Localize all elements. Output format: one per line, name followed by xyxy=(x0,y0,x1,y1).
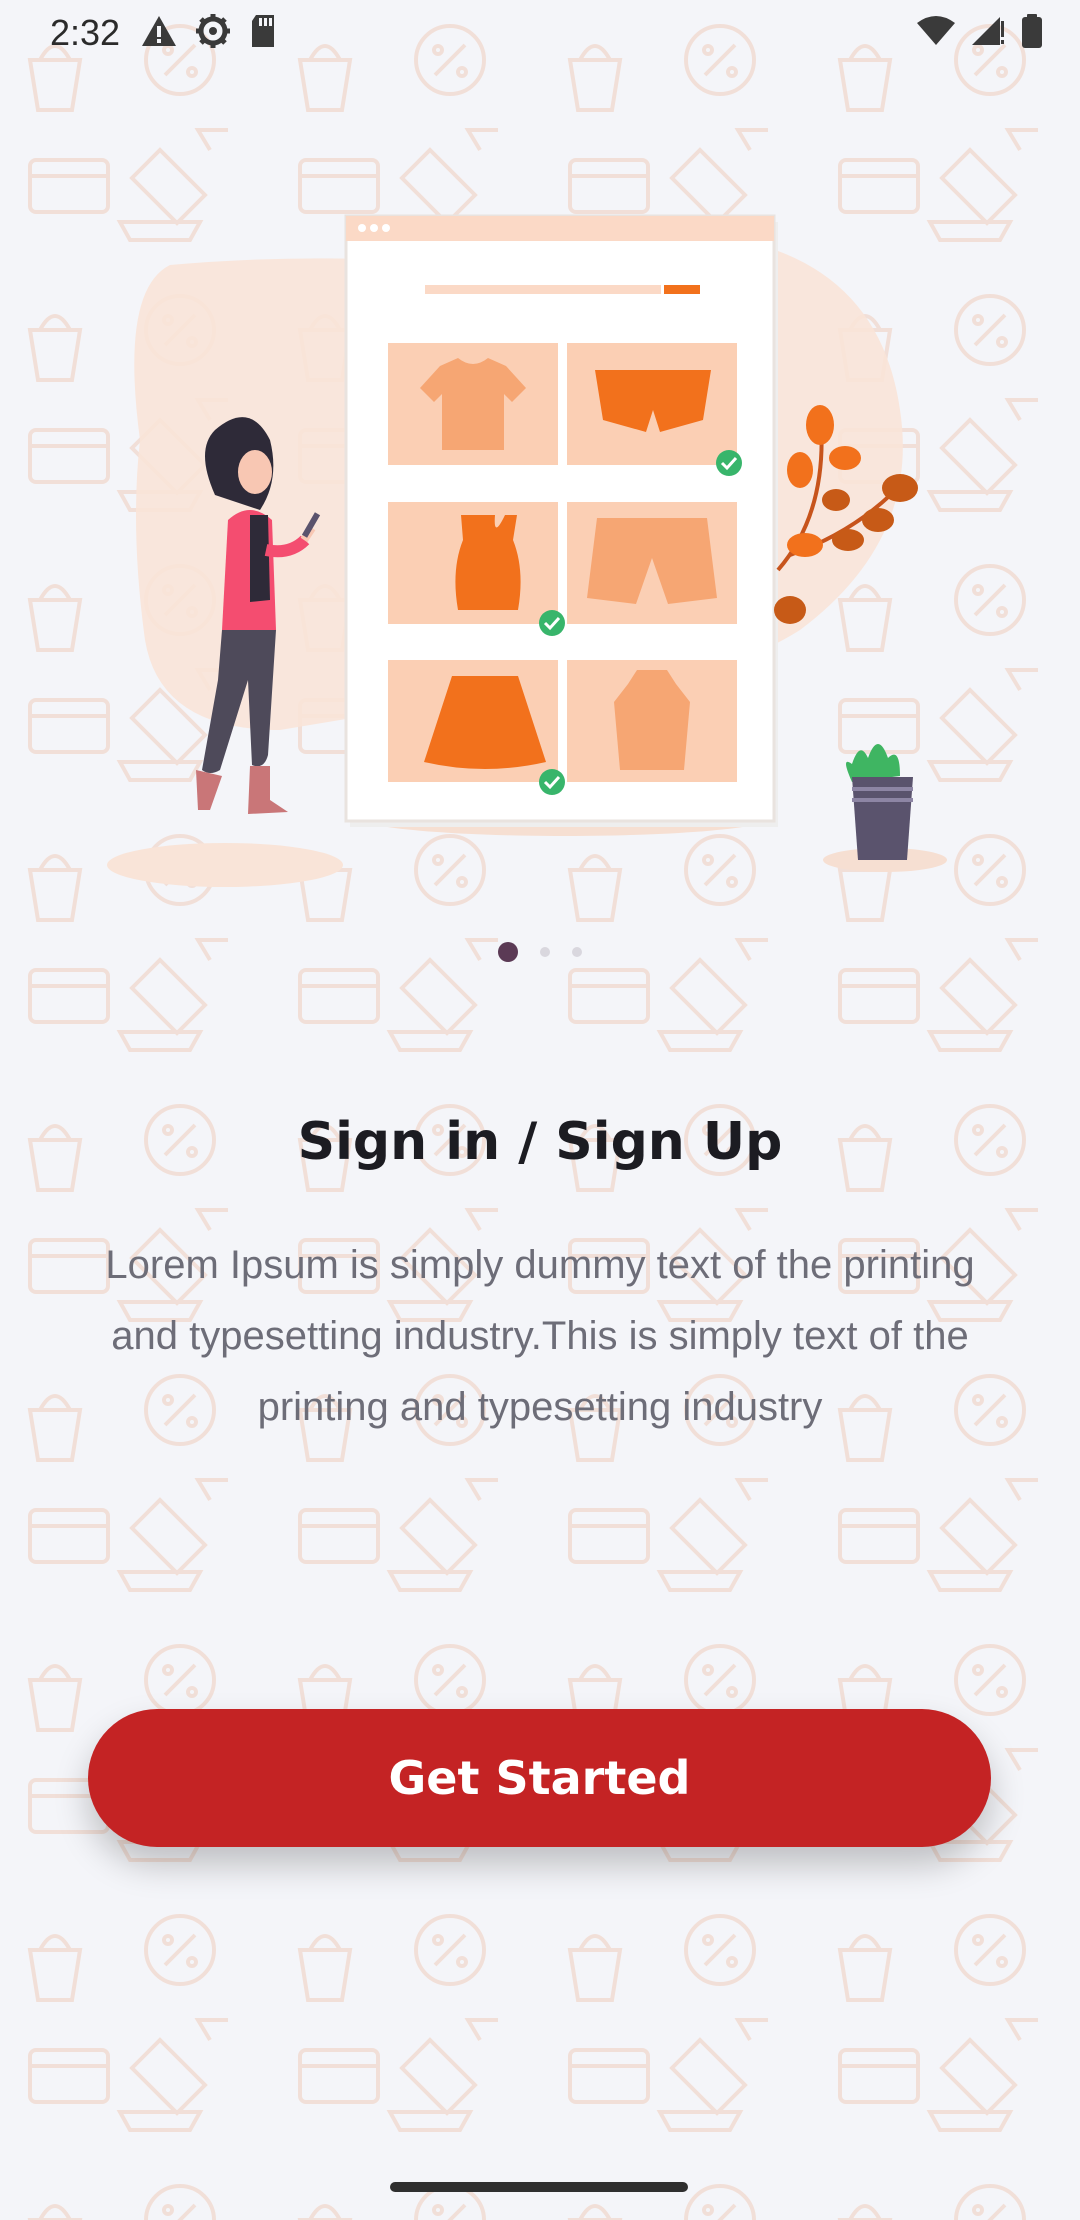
wifi-icon xyxy=(916,15,956,51)
status-left-icons xyxy=(140,12,278,54)
battery-icon xyxy=(1020,13,1044,53)
onboarding-title: Sign in / Sign Up xyxy=(297,1112,783,1172)
page-dot-3[interactable] xyxy=(572,947,582,957)
onboarding-description: Lorem Ipsum is simply dummy text of the … xyxy=(105,1243,975,1429)
sd-card-icon xyxy=(248,13,278,53)
home-indicator[interactable] xyxy=(390,2182,688,2192)
cellular-signal-icon xyxy=(970,15,1006,51)
page-dot-1[interactable] xyxy=(498,942,518,962)
onboarding-illustration xyxy=(107,214,947,887)
get-started-button[interactable]: Get Started xyxy=(88,1709,991,1847)
page-indicator xyxy=(0,940,1080,964)
status-bar: 2:32 xyxy=(0,0,1080,66)
warning-icon xyxy=(140,14,178,52)
settings-icon xyxy=(194,12,232,54)
status-time: 2:32 xyxy=(50,12,121,53)
page-dot-2[interactable] xyxy=(540,947,550,957)
status-right-icons xyxy=(916,12,1044,54)
